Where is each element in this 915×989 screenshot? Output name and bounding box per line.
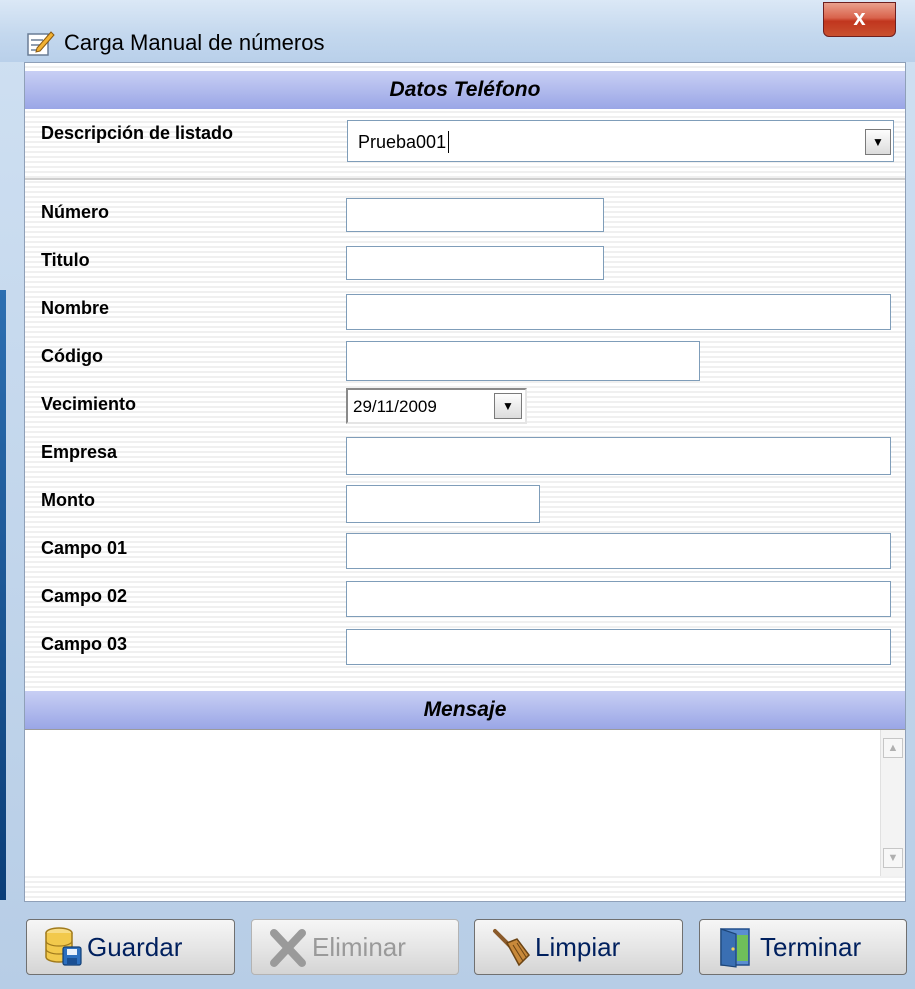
vencimiento-value: 29/11/2009 bbox=[353, 397, 437, 416]
monto-label: Monto bbox=[41, 490, 95, 510]
empresa-label: Empresa bbox=[41, 442, 118, 462]
titulo-input[interactable] bbox=[346, 246, 604, 280]
window-edge-accent bbox=[0, 290, 6, 900]
guardar-button[interactable]: Guardar bbox=[26, 919, 235, 975]
nombre-input[interactable] bbox=[346, 294, 891, 330]
close-button[interactable]: x bbox=[823, 2, 896, 37]
edit-note-icon bbox=[27, 31, 55, 56]
section-divider bbox=[25, 178, 905, 181]
chevron-down-icon[interactable]: ▼ bbox=[865, 129, 891, 155]
campo01-label: Campo 01 bbox=[41, 538, 128, 558]
campo03-label: Campo 03 bbox=[41, 634, 128, 654]
dialog-window: Carga Manual de números x Datos Teléfono… bbox=[0, 0, 915, 989]
numero-label: Número bbox=[41, 202, 110, 222]
list-description-label: Descripción de listado bbox=[41, 123, 234, 143]
eliminar-button[interactable]: Eliminar bbox=[251, 919, 459, 975]
vencimiento-date-picker[interactable]: 29/11/2009 ▼ bbox=[346, 388, 527, 424]
window-title: Carga Manual de números bbox=[64, 30, 325, 55]
empresa-input[interactable] bbox=[346, 437, 891, 475]
message-scrollbar[interactable]: ▲ ▼ bbox=[880, 730, 905, 876]
terminar-label: Terminar bbox=[760, 931, 862, 962]
codigo-label: Código bbox=[41, 346, 103, 366]
nombre-label: Nombre bbox=[41, 298, 110, 318]
scroll-up-icon[interactable]: ▲ bbox=[883, 738, 903, 758]
campo02-input[interactable] bbox=[346, 581, 891, 617]
x-delete-icon bbox=[270, 929, 306, 967]
exit-door-icon bbox=[720, 928, 750, 968]
phone-data-header: Datos Teléfono bbox=[25, 71, 905, 109]
campo02-label: Campo 02 bbox=[41, 586, 128, 606]
scroll-down-icon[interactable]: ▼ bbox=[883, 848, 903, 868]
guardar-label: Guardar bbox=[87, 931, 183, 962]
message-header: Mensaje bbox=[25, 691, 905, 729]
text-caret bbox=[448, 131, 450, 153]
title-bar[interactable]: Carga Manual de números x bbox=[0, 0, 915, 62]
campo03-input[interactable] bbox=[346, 629, 891, 665]
list-description-value: Prueba001 bbox=[358, 131, 450, 153]
monto-input[interactable] bbox=[346, 485, 540, 523]
eliminar-label: Eliminar bbox=[312, 931, 406, 962]
campo01-input[interactable] bbox=[346, 533, 891, 569]
codigo-input[interactable] bbox=[346, 341, 700, 381]
database-save-icon bbox=[45, 927, 82, 966]
message-textarea[interactable]: ▲ ▼ bbox=[25, 729, 905, 876]
form-panel: Datos Teléfono Descripción de listado Pr… bbox=[24, 62, 906, 902]
list-description-combo[interactable]: Prueba001 ▼ bbox=[347, 120, 894, 162]
chevron-down-icon[interactable]: ▼ bbox=[494, 393, 522, 419]
numero-input[interactable] bbox=[346, 198, 604, 232]
terminar-button[interactable]: Terminar bbox=[699, 919, 907, 975]
vencimiento-label: Vecimiento bbox=[41, 394, 137, 414]
titulo-label: Titulo bbox=[41, 250, 90, 270]
broom-icon bbox=[493, 929, 530, 967]
limpiar-label: Limpiar bbox=[535, 931, 621, 962]
limpiar-button[interactable]: Limpiar bbox=[474, 919, 683, 975]
